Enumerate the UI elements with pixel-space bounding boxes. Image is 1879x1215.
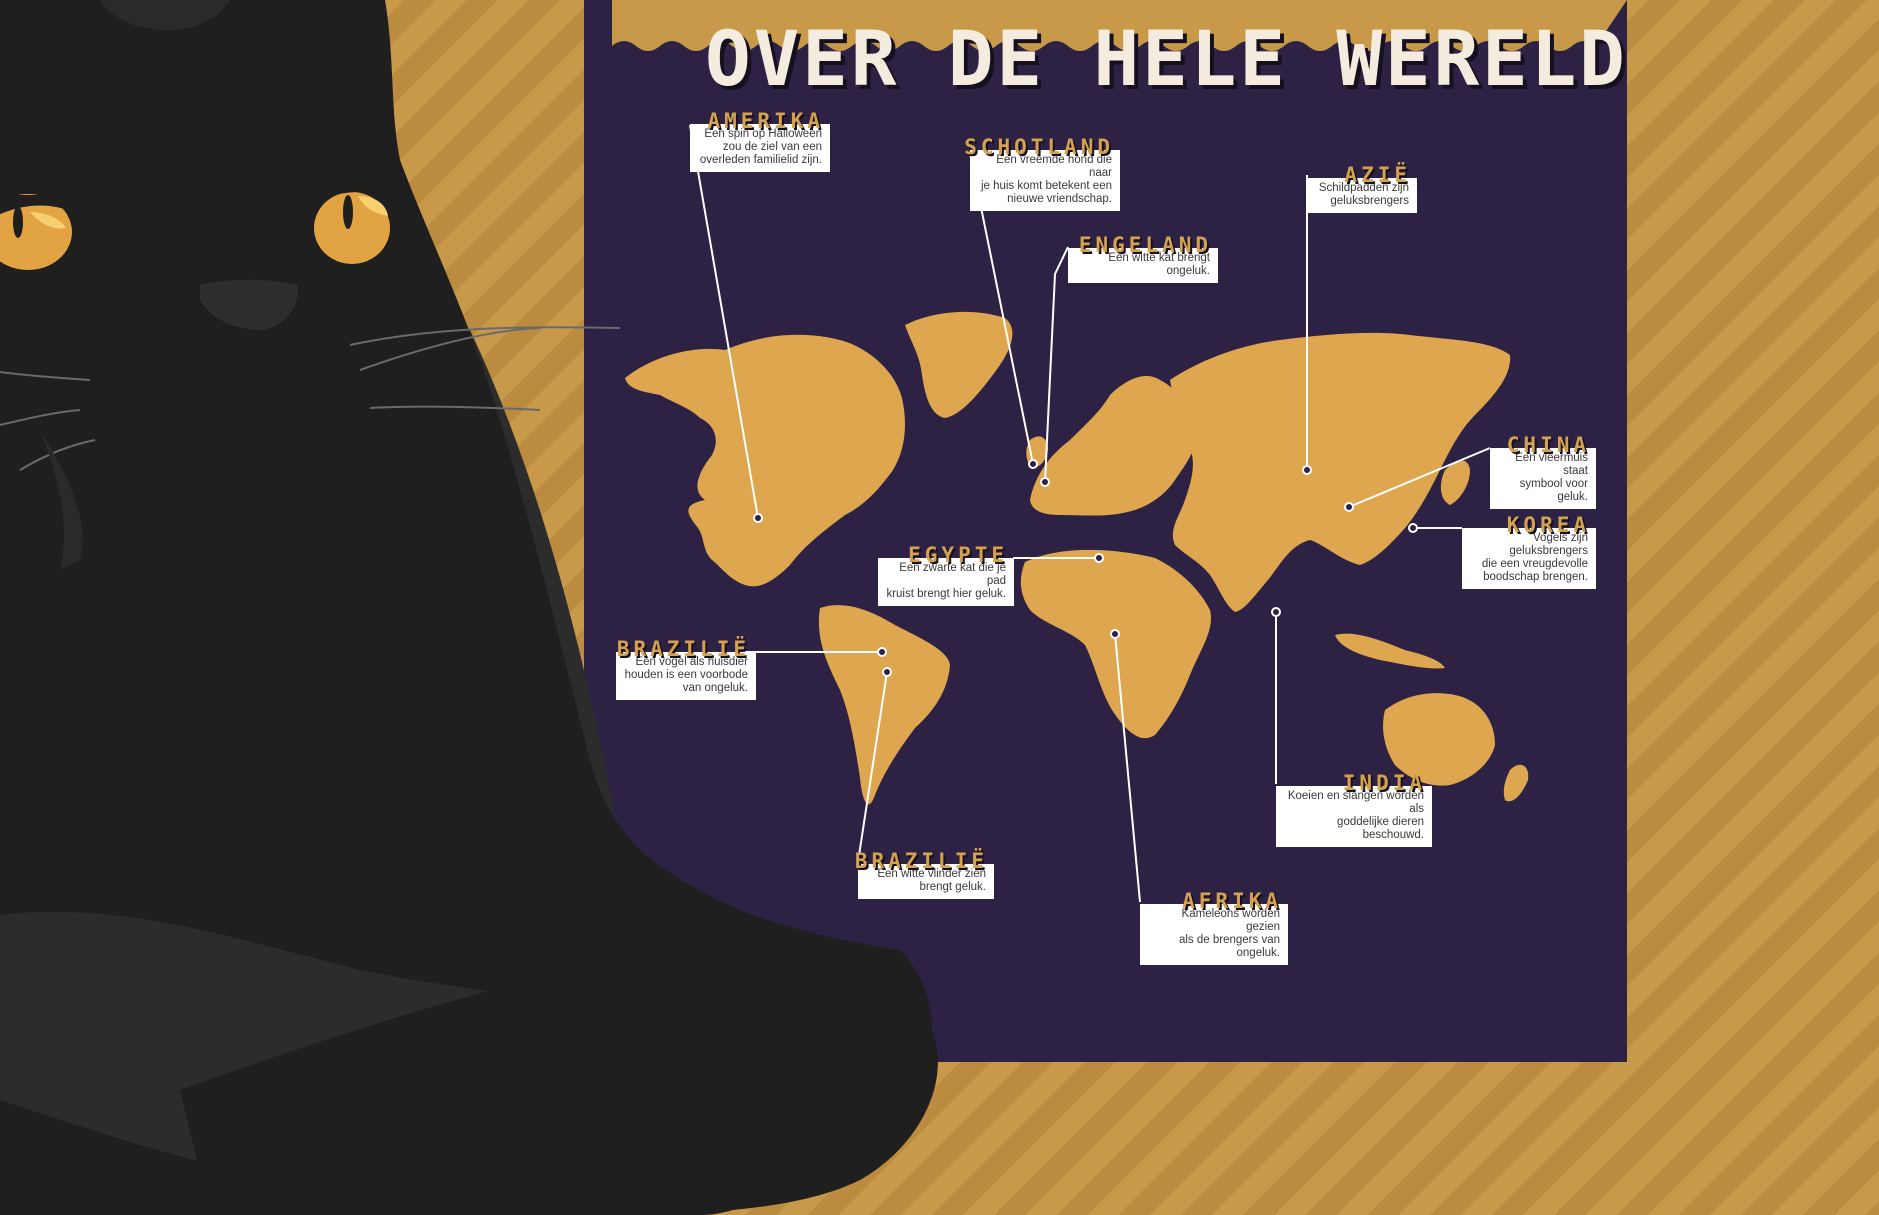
title-letter: O (705, 13, 751, 103)
continent-north-america (625, 334, 905, 587)
marker-korea (1408, 523, 1418, 533)
label-brazilie-1: BRAZILIË Een vogel als huisdier houden i… (616, 638, 756, 700)
title-letter: E (1384, 13, 1431, 103)
marker-brazilie-1 (877, 647, 887, 657)
marker-schotland (1028, 459, 1038, 469)
label-description: Een zwarte kat die je pad kruist brengt … (886, 562, 1006, 600)
island-greenland (905, 311, 1013, 418)
continent-europe (1030, 375, 1196, 516)
black-cat (0, 0, 938, 1215)
marker-brazilie-2 (882, 667, 892, 677)
marker-azie (1302, 465, 1312, 475)
title-letter: R (850, 13, 897, 103)
label-india: INDIA Koeien en slangen worden als godde… (1276, 772, 1432, 847)
label-description: Een spin op Halloween zou de ziel van ee… (699, 128, 822, 166)
title-letter: E (802, 13, 848, 103)
label-heading: BRAZILIË (616, 637, 750, 661)
title-space (899, 14, 945, 103)
label-china: CHINA Een vleermuis staat symbool voor g… (1490, 434, 1596, 509)
label-description: Een vreemde hond die naar je huis komt b… (980, 154, 1112, 205)
label-korea: KOREA Vogels zijn geluksbrengers die een… (1462, 514, 1596, 589)
label-schotland: SCHOTLAND Een vreemde hond die naar je h… (964, 136, 1120, 211)
title-letter: R (1433, 13, 1480, 103)
title-letter: D (947, 13, 994, 103)
label-amerika: AMERIKA Een spin op Halloween zou de zie… (690, 110, 830, 172)
label-description: Een vleermuis staat symbool voor geluk. (1515, 452, 1588, 503)
title-space (1045, 14, 1091, 103)
marker-china (1344, 502, 1354, 512)
title-letter: V (753, 13, 800, 103)
marker-amerika (753, 513, 763, 523)
label-engeland: ENGELAND Een witte kat brengt ongeluk. (1068, 234, 1218, 283)
marker-india (1271, 607, 1281, 617)
label-heading: AMERIKA (707, 109, 824, 133)
marker-engeland (1040, 477, 1050, 487)
label-heading: EGYPTE (908, 543, 1008, 567)
island-new-zealand (1503, 764, 1529, 802)
label-heading: BRAZILIË (854, 849, 988, 873)
title-letter: E (996, 13, 1043, 103)
marker-egypte (1094, 553, 1104, 563)
illustration (0, 0, 1627, 1215)
label-description: Een vogel als huisdier houden is een voo… (624, 656, 748, 694)
label-description: Vogels zijn geluksbrengers die een vreug… (1481, 532, 1588, 583)
label-heading: SCHOTLAND (964, 135, 1114, 159)
title-letter: D (1579, 13, 1625, 103)
label-heading: ENGELAND (1078, 233, 1212, 257)
title-letter: E (1482, 13, 1528, 103)
title-letter: W (1336, 13, 1383, 103)
title-letter: E (1142, 13, 1188, 103)
label-description: Kameleons worden gezien als de brengers … (1178, 908, 1280, 959)
marker-afrika (1110, 629, 1120, 639)
label-afrika: AFRIKA Kameleons worden gezien als de br… (1140, 890, 1288, 965)
label-description: Koeien en slangen worden als goddelijke … (1287, 790, 1424, 841)
label-heading: KOREA (1506, 513, 1590, 537)
cat-pupil-left (13, 206, 23, 238)
label-brazilie-2: BRAZILIË Een witte vlinder zien brengt g… (855, 850, 994, 899)
title-space (1288, 14, 1334, 103)
title-letter: L (1530, 13, 1577, 103)
label-heading: INDIA (1342, 771, 1426, 795)
title-letter: E (1239, 13, 1285, 103)
title-letter: H (1093, 13, 1140, 103)
label-heading: CHINA (1506, 433, 1590, 457)
continent-south-america (818, 605, 950, 805)
island-indonesia (1335, 633, 1445, 669)
label-heading: AFRIKA (1182, 889, 1282, 913)
cat-pupil-right (343, 195, 353, 229)
label-azie: AZIË Schildpadden zijn geluksbrengers (1307, 164, 1417, 213)
label-heading: AZIË (1344, 163, 1411, 187)
page-title: OVER DE HELE WERELD (705, 14, 1625, 103)
label-egypte: EGYPTE Een zwarte kat die je pad kruist … (878, 544, 1014, 606)
title-letter: L (1190, 13, 1237, 103)
